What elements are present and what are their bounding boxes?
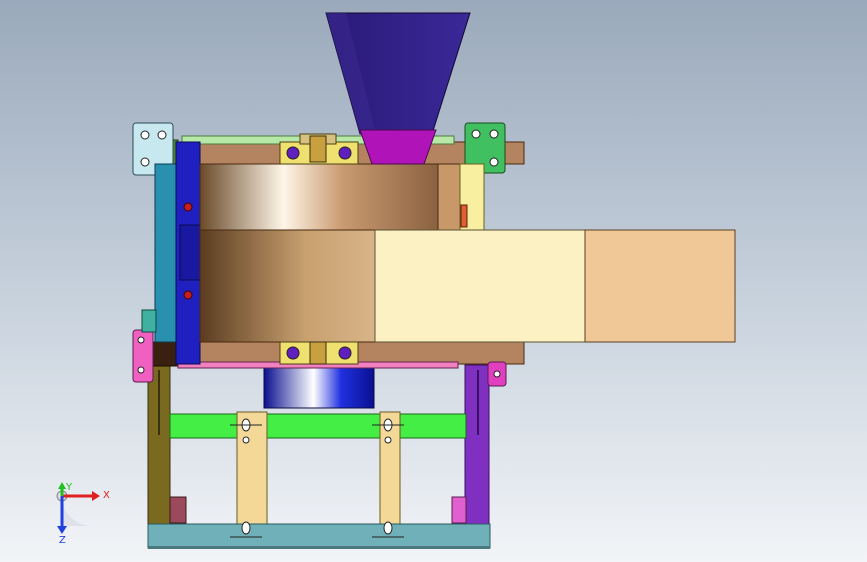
base-rail [147,523,491,549]
belt-section-light [374,229,586,343]
x-axis-label: X [103,490,110,501]
hopper-outlet [359,129,437,165]
y-axis-label: Y [65,482,73,493]
cross-bar-green [169,413,467,439]
conveyor-belt [374,229,736,343]
base-foot-left [148,546,490,549]
z-axis-label: Z [59,535,66,546]
assembly-drawing: X Y Z [0,0,867,562]
small-bracket-right [451,496,467,524]
drum-lower [199,229,376,343]
belt-section-tan [584,229,736,343]
cad-viewport[interactable]: X Y Z [0,0,867,562]
right-upright [437,163,461,231]
small-bracket-left [169,496,187,524]
teal-side-panel [154,163,180,343]
drum-upper [199,163,439,231]
lower-bearing [279,341,359,365]
